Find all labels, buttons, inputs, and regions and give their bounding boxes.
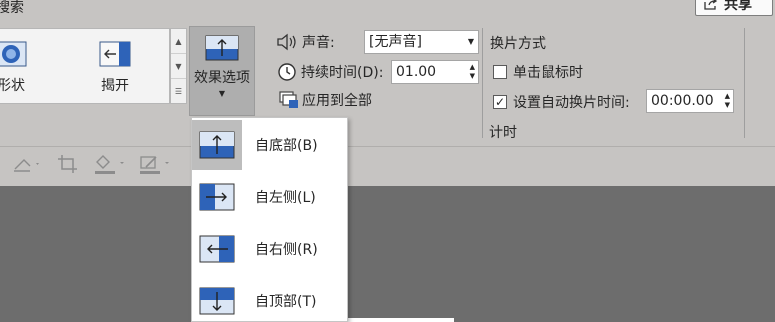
speaker-icon — [277, 33, 296, 51]
transition-gallery: 形状 揭开 — [0, 28, 170, 104]
from-bottom-icon — [205, 35, 239, 61]
duration-spinner[interactable]: ▲ ▼ — [470, 63, 475, 81]
sound-select[interactable]: [无声音] ▼ — [364, 30, 479, 54]
shape-fill-tool[interactable] — [12, 153, 42, 175]
from-top-icon — [199, 287, 235, 315]
transition-shape-label: 形状 — [0, 78, 25, 94]
pen-outline-icon — [140, 156, 169, 174]
from-bottom-icon — [199, 131, 235, 159]
paint-bucket-icon — [95, 155, 124, 174]
from-right-icon — [199, 235, 235, 263]
menu-item-from-top[interactable]: 自顶部(T) — [192, 276, 347, 322]
group-divider — [744, 28, 745, 138]
menu-item-from-right[interactable]: 自右侧(R) — [192, 224, 347, 274]
menu-item-label: 自顶部(T) — [255, 294, 317, 310]
auto-after-input[interactable]: 00:00.00 ▲ ▼ — [646, 89, 734, 113]
advance-group-title: 换片方式 — [490, 36, 546, 52]
menu-item-label: 自左侧(L) — [255, 190, 316, 206]
reveal-arrow-icon — [99, 41, 131, 67]
crop-icon — [58, 155, 77, 173]
chevron-down-icon: ▼ — [218, 89, 226, 98]
sound-row: 声音: — [276, 32, 335, 52]
sound-label: 声音: — [302, 35, 335, 51]
slide-edge — [344, 318, 454, 322]
auto-after-checkbox[interactable]: ✓ 设置自动换片时间: — [493, 92, 630, 112]
duration-input[interactable]: 01.00 ▲ ▼ — [391, 60, 479, 84]
clock-icon — [278, 63, 296, 81]
duration-row: 持续时间(D): — [277, 62, 383, 82]
gallery-more-icon[interactable]: ☰ — [171, 79, 186, 104]
group-divider — [482, 28, 483, 138]
duration-label: 持续时间(D): — [301, 65, 384, 81]
transition-shape[interactable]: 形状 — [0, 29, 41, 103]
crop-tool[interactable] — [57, 153, 79, 175]
timing-group-label: 计时 — [489, 125, 517, 141]
outline-color-tool[interactable] — [138, 153, 172, 175]
fill-color-tool[interactable] — [93, 153, 127, 175]
checkmark-icon: ✓ — [493, 95, 507, 109]
auto-after-label: 设置自动换片时间: — [513, 95, 630, 111]
slide-canvas[interactable] — [0, 186, 775, 322]
menu-item-label: 自右侧(R) — [255, 242, 318, 258]
shape-edit-icon — [14, 159, 39, 172]
transition-reveal-label: 揭开 — [101, 78, 129, 94]
share-label: 共享 — [724, 0, 752, 13]
gallery-scrollbar[interactable]: ▲ ▼ ☰ — [170, 28, 187, 104]
duration-value: 01.00 — [396, 64, 437, 80]
effect-options-menu: 自底部(B) 自左侧(L) 自右侧(R) 自顶部(T) — [191, 117, 348, 322]
from-left-icon — [199, 183, 235, 211]
menu-item-from-left[interactable]: 自左侧(L) — [192, 172, 347, 222]
menu-item-label: 自底部(B) — [255, 138, 318, 154]
sound-value: [无声音] — [369, 34, 422, 50]
search-tab[interactable]: 搜索 — [0, 0, 24, 17]
chevron-down-icon: ▼ — [467, 37, 474, 46]
checkbox-icon — [493, 65, 507, 79]
apply-all-button[interactable]: 应用到全部 — [279, 90, 372, 110]
share-icon — [704, 0, 718, 10]
effect-options-label: 效果选项 — [194, 70, 250, 86]
auto-after-value: 00:00.00 — [651, 93, 714, 109]
on-click-checkbox[interactable]: 单击鼠标时 — [493, 62, 583, 82]
apply-all-icon — [279, 91, 298, 108]
effect-options-button[interactable]: 效果选项 ▼ — [189, 26, 255, 116]
on-click-label: 单击鼠标时 — [513, 65, 583, 81]
apply-all-label: 应用到全部 — [302, 93, 372, 109]
transition-reveal[interactable]: 揭开 — [85, 29, 145, 103]
shape-circle-icon — [0, 41, 27, 67]
auto-after-spinner[interactable]: ▲ ▼ — [725, 92, 730, 110]
gallery-up-icon[interactable]: ▲ — [171, 29, 186, 54]
gallery-down-icon[interactable]: ▼ — [171, 54, 186, 79]
share-button[interactable]: 共享 — [695, 0, 773, 16]
menu-item-from-bottom[interactable]: 自底部(B) — [192, 120, 347, 170]
